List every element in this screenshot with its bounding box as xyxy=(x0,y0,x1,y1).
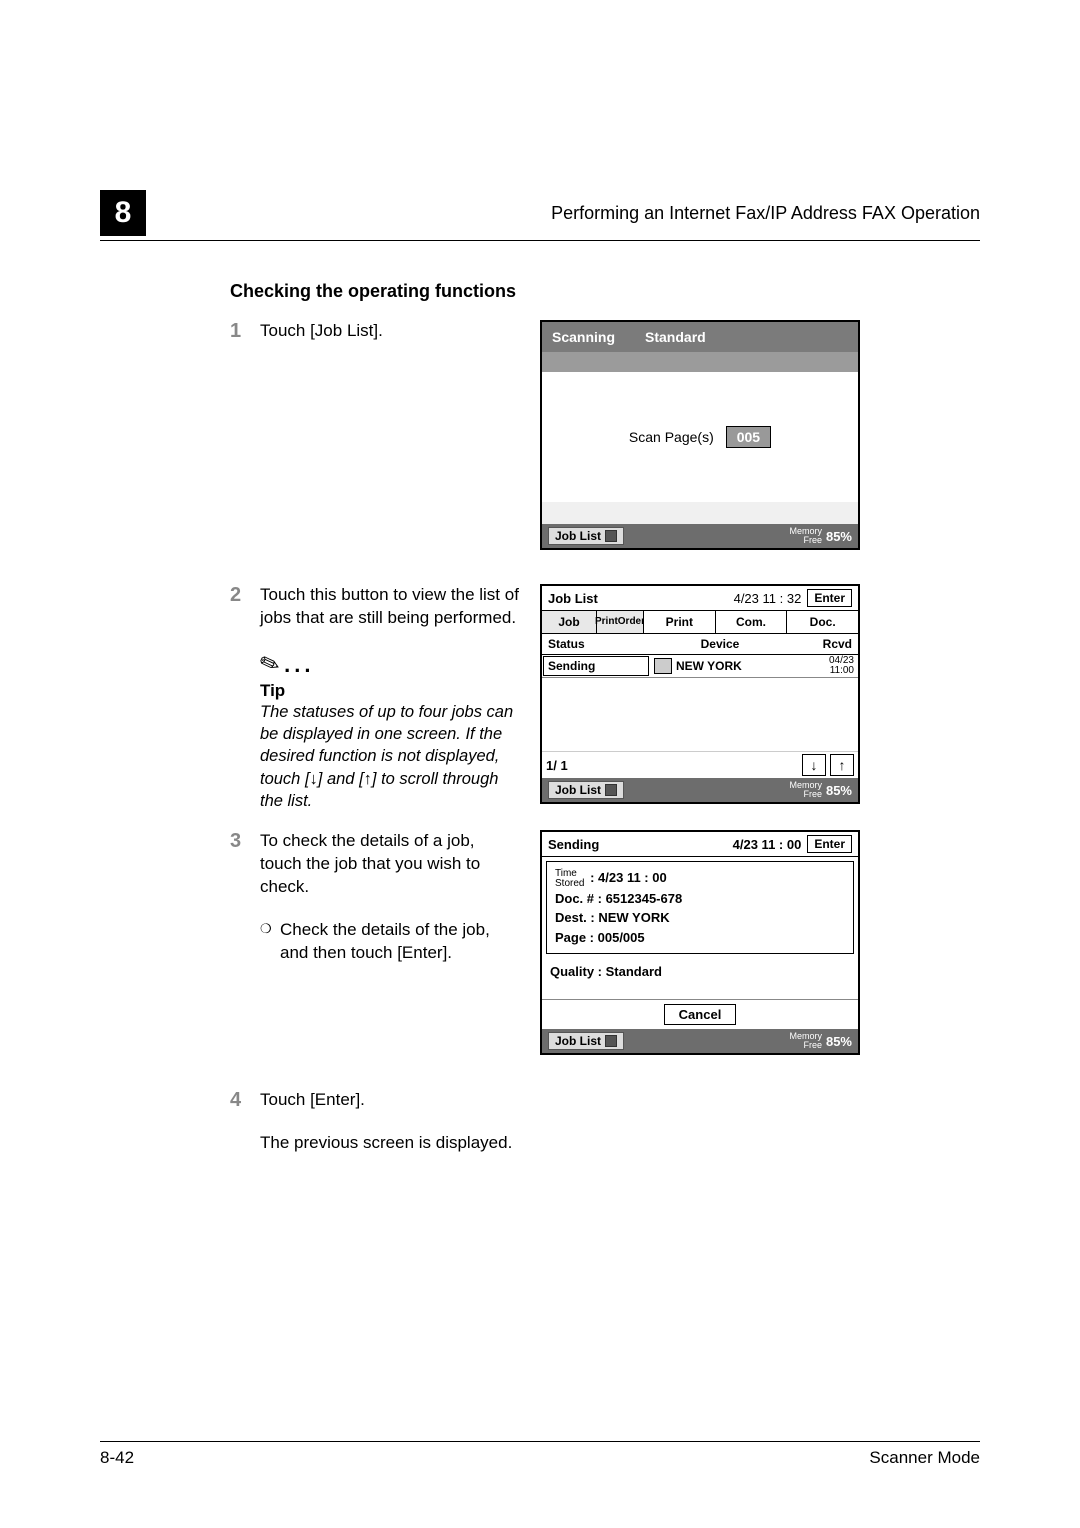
time-stored-value: : 4/23 11 : 00 xyxy=(590,870,667,885)
quality-label: Standard xyxy=(645,329,706,345)
tip-label: Tip xyxy=(260,681,520,701)
s2-tabs: Job PrintOrder Print Com. Doc. xyxy=(542,610,858,634)
row-dest: NEW YORK xyxy=(676,655,800,677)
hdr-rcvd: Rcvd xyxy=(792,634,858,654)
mode-label: Scanning xyxy=(552,329,615,345)
tab-print[interactable]: Print xyxy=(644,611,716,633)
scanpages-label: Scan Page(s) xyxy=(629,429,714,445)
memory-pct: 85% xyxy=(826,783,852,798)
step1-row: 1 Touch [Job List]. Scanning Standard Sc… xyxy=(230,320,970,550)
memory-label: Memory Free xyxy=(789,781,822,799)
page-up-button[interactable]: ↑ xyxy=(830,754,854,776)
time-stored-label: TimeStored xyxy=(555,869,584,889)
device-icon xyxy=(654,658,672,674)
page-footer: 8-42 Scanner Mode xyxy=(100,1441,980,1468)
s2-headers: Status Device Rcvd xyxy=(542,634,858,655)
step-number-1: 1 xyxy=(230,320,260,343)
memory-pct: 85% xyxy=(826,529,852,544)
tip-text: The statuses of up to four jobs can be d… xyxy=(260,701,520,812)
tab-job[interactable]: Job xyxy=(542,611,597,633)
screen1-topbar: Scanning Standard xyxy=(542,322,858,352)
row-status: Sending xyxy=(543,656,649,676)
step4-text-b: The previous screen is displayed. xyxy=(260,1132,970,1155)
s3-titlebar: Sending 4/23 11 : 00 Enter xyxy=(542,832,858,857)
s3-title: Sending xyxy=(548,837,733,852)
screen-sending-detail: Sending 4/23 11 : 00 Enter TimeStored : … xyxy=(540,830,860,1055)
page-down-button[interactable]: ↓ xyxy=(802,754,826,776)
page: 8 Performing an Internet Fax/IP Address … xyxy=(0,0,1080,1528)
row-rcvd: 04/23 11:00 xyxy=(800,655,858,677)
step-number-2: 2 xyxy=(230,584,260,607)
joblist-button-label: Job List xyxy=(555,529,601,543)
memory-label: Memory Free xyxy=(789,527,822,545)
memory-label: Memory Free xyxy=(789,1032,822,1050)
header-title: Performing an Internet Fax/IP Address FA… xyxy=(166,203,980,224)
chapter-badge: 8 xyxy=(100,190,146,236)
joblist-button-label: Job List xyxy=(555,783,601,797)
joblist-button-label: Job List xyxy=(555,1034,601,1048)
page-value: Page : 005/005 xyxy=(555,930,645,945)
doc-icon xyxy=(605,1035,617,1047)
s2-timestamp: 4/23 11 : 32 xyxy=(734,591,802,606)
body: Checking the operating functions 1 Touch… xyxy=(100,281,980,1155)
step-number-4: 4 xyxy=(230,1089,260,1112)
tip-icon-row: ✎... xyxy=(260,650,520,679)
doc-icon xyxy=(605,784,617,796)
s2-title: Job List xyxy=(548,591,734,606)
joblist-button[interactable]: Job List xyxy=(548,1032,624,1050)
page-number: 8-42 xyxy=(100,1448,134,1468)
pager-label: 1/ 1 xyxy=(546,758,568,773)
step4-block: 4 Touch [Enter]. The previous screen is … xyxy=(230,1089,970,1155)
tip-block: ✎... Tip The statuses of up to four jobs… xyxy=(260,650,520,812)
memory-pct: 85% xyxy=(826,1034,852,1049)
step3-sublist: ❍ Check the details of the job, and then… xyxy=(260,919,520,965)
bullet-icon: ❍ xyxy=(260,919,280,965)
cancel-row: Cancel xyxy=(542,999,858,1029)
doc-num: Doc. # : 6512345-678 xyxy=(555,891,682,906)
step-number-3: 3 xyxy=(230,830,260,853)
tab-print-order[interactable]: PrintOrder xyxy=(597,611,644,633)
pager-row: 1/ 1 ↓ ↑ xyxy=(542,751,858,778)
step-text-1: Touch [Job List]. xyxy=(260,320,520,343)
footer-mode: Scanner Mode xyxy=(869,1448,980,1468)
tab-doc[interactable]: Doc. xyxy=(787,611,858,633)
tab-com[interactable]: Com. xyxy=(716,611,788,633)
enter-button[interactable]: Enter xyxy=(807,589,852,607)
hdr-device: Device xyxy=(648,634,792,654)
job-row[interactable]: Sending NEW YORK 04/23 11:00 xyxy=(542,655,858,678)
s3-details: TimeStored : 4/23 11 : 00 Doc. # : 65123… xyxy=(546,861,854,954)
step3-row: 3 To check the details of a job, touch t… xyxy=(230,830,970,1055)
page-header: 8 Performing an Internet Fax/IP Address … xyxy=(100,190,980,241)
joblist-button[interactable]: Job List xyxy=(548,781,624,799)
s2-footer: Job List Memory Free 85% xyxy=(542,778,858,802)
screen-scanning: Scanning Standard Scan Page(s) 005 Job L… xyxy=(540,320,860,550)
screen-joblist: Job List 4/23 11 : 32 Enter Job PrintOrd… xyxy=(540,584,860,804)
cancel-button[interactable]: Cancel xyxy=(664,1004,737,1025)
dest-value: Dest. : NEW YORK xyxy=(555,910,670,925)
step4-text-a: Touch [Enter]. xyxy=(260,1089,970,1112)
step2-row: 2 Touch this button to view the list of … xyxy=(230,584,970,812)
pen-icon: ✎ xyxy=(256,647,285,681)
step-text-2: Touch this button to view the list of jo… xyxy=(260,584,520,630)
step-text-3: To check the details of a job, touch the… xyxy=(260,830,520,899)
screen1-subbar xyxy=(542,352,858,372)
screen1-body: Scan Page(s) 005 xyxy=(542,372,858,502)
s3-footer: Job List Memory Free 85% xyxy=(542,1029,858,1053)
hdr-status: Status xyxy=(542,634,648,654)
section-title: Checking the operating functions xyxy=(230,281,970,302)
scanpages-value: 005 xyxy=(726,426,771,448)
step3-sub-text: Check the details of the job, and then t… xyxy=(280,919,520,965)
s2-titlebar: Job List 4/23 11 : 32 Enter xyxy=(542,586,858,610)
doc-icon xyxy=(605,530,617,542)
s3-timestamp: 4/23 11 : 00 xyxy=(733,837,802,852)
screen1-footer: Job List Memory Free 85% xyxy=(542,524,858,548)
enter-button[interactable]: Enter xyxy=(807,835,852,853)
joblist-button[interactable]: Job List xyxy=(548,527,624,545)
